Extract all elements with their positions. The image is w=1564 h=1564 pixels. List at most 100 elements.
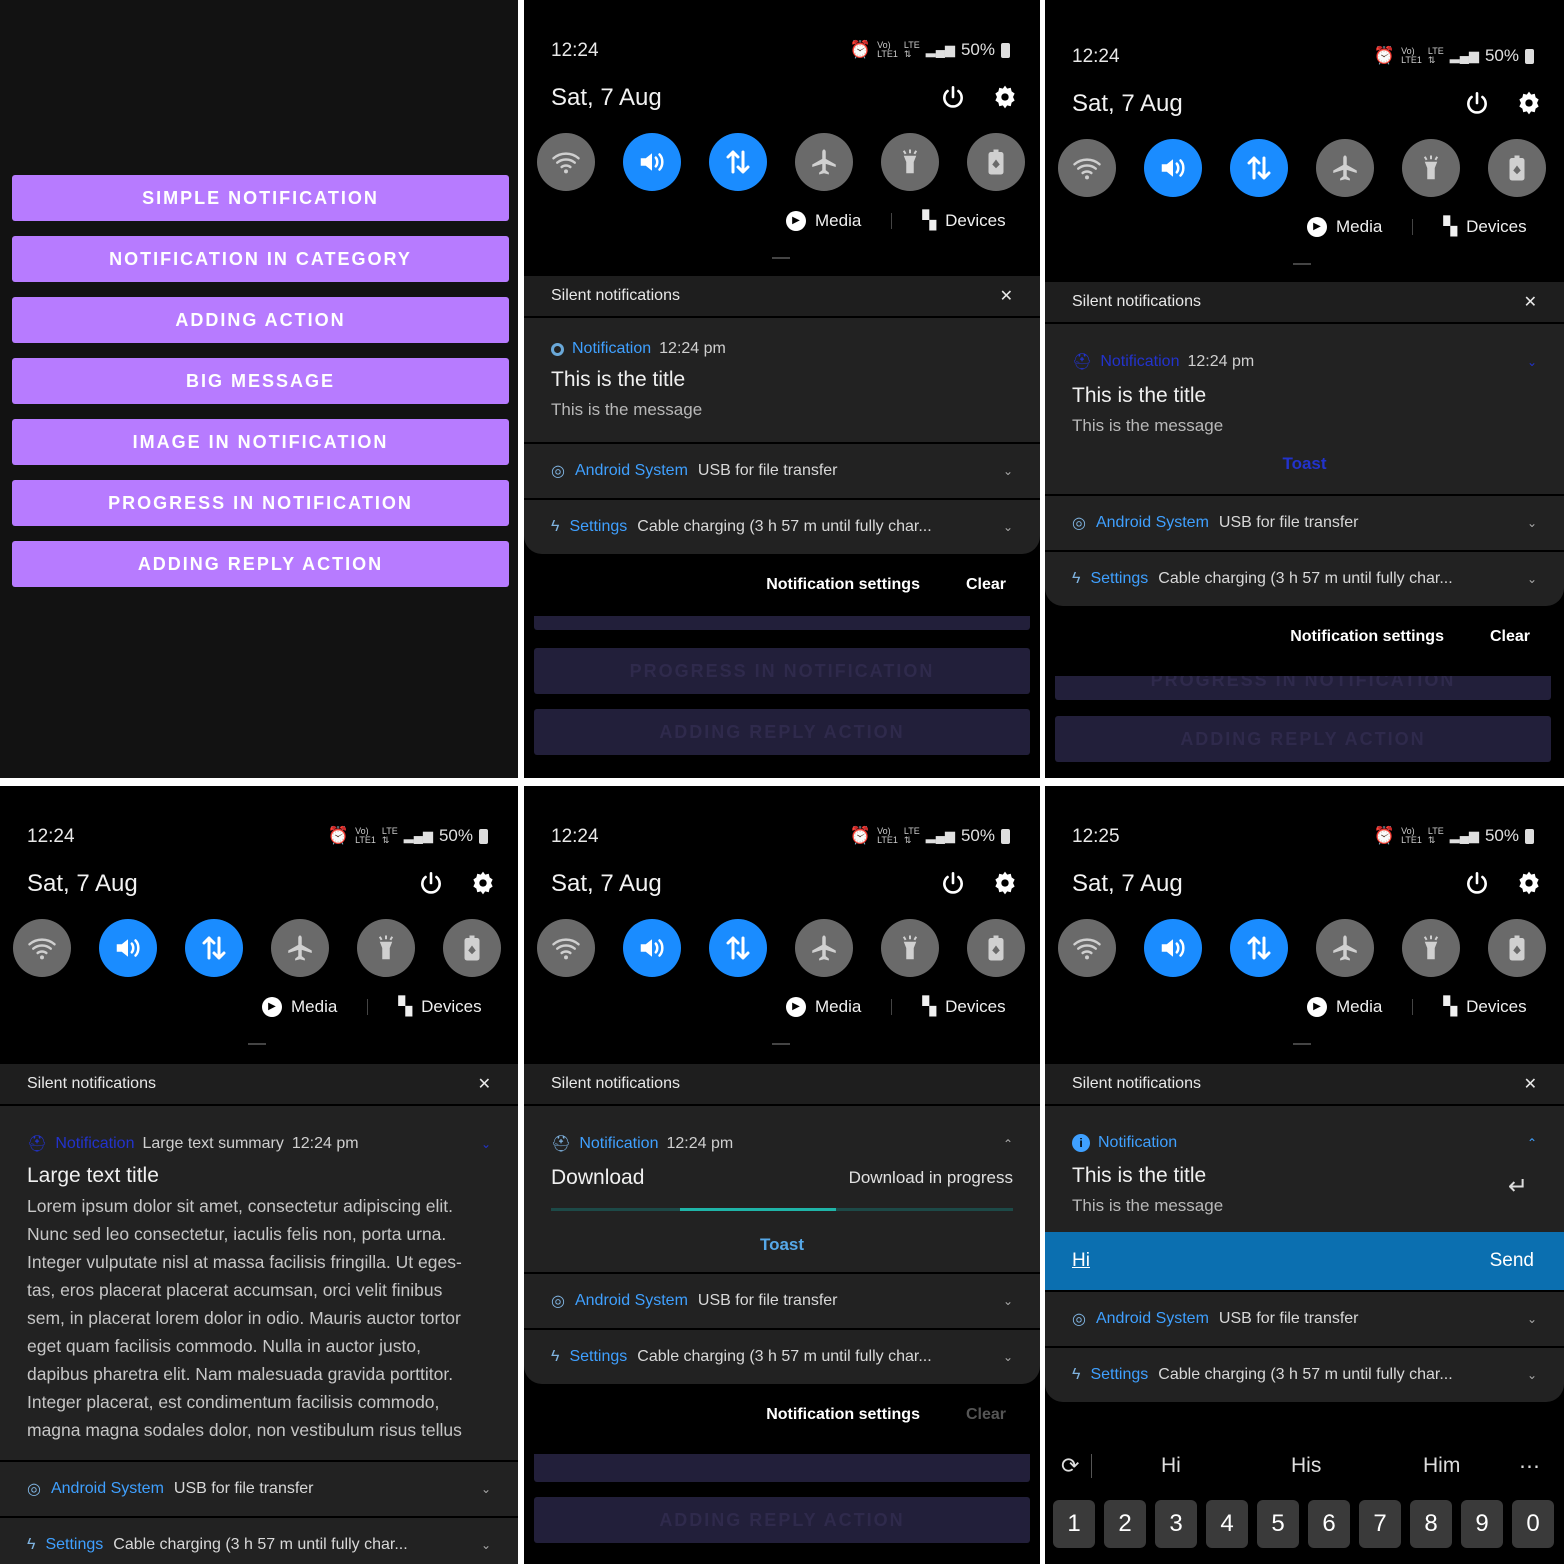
- devices-button[interactable]: Devices: [421, 997, 481, 1017]
- power-icon[interactable]: [940, 84, 966, 110]
- key-2[interactable]: 2: [1104, 1500, 1146, 1548]
- devices-button[interactable]: Devices: [1466, 997, 1526, 1017]
- drag-handle[interactable]: [248, 1043, 266, 1045]
- flashlight-toggle[interactable]: [881, 919, 939, 977]
- chevron-down-icon[interactable]: ⌄: [481, 1482, 491, 1496]
- android-system-row[interactable]: ◎ Android System USB for file transfer ⌄: [524, 442, 1040, 498]
- toast-action-button[interactable]: Toast: [1072, 454, 1537, 474]
- notification-settings-button[interactable]: Notification settings: [766, 1406, 920, 1424]
- suggestion-2[interactable]: His: [1291, 1454, 1321, 1478]
- power-saving-toggle[interactable]: [1488, 139, 1546, 197]
- clear-button[interactable]: Clear: [966, 576, 1006, 594]
- clipboard-icon[interactable]: ⟳: [1061, 1453, 1079, 1479]
- flashlight-toggle[interactable]: [1402, 139, 1460, 197]
- big-message-button[interactable]: BIG MESSAGE: [12, 358, 509, 404]
- key-9[interactable]: 9: [1461, 1500, 1503, 1548]
- chevron-down-icon[interactable]: ⌄: [1527, 516, 1537, 530]
- wifi-toggle[interactable]: [537, 133, 595, 191]
- drag-handle[interactable]: [1293, 1043, 1311, 1045]
- power-saving-toggle[interactable]: [967, 133, 1025, 191]
- gear-icon[interactable]: [1516, 870, 1542, 896]
- devices-button[interactable]: Devices: [945, 211, 1005, 231]
- suggestion-3[interactable]: Him: [1423, 1454, 1460, 1478]
- big-text-notification[interactable]: ⛑ Notification Large text summary 12:24 pm ⌄…: [0, 1104, 518, 1460]
- key-4[interactable]: 4: [1206, 1500, 1248, 1548]
- drag-handle[interactable]: [772, 257, 790, 259]
- reply-notification[interactable]: i Notification ⌃ This is the title This is…: [1045, 1104, 1564, 1232]
- android-system-row[interactable]: ◎ Android System USB for file transfer ⌄: [0, 1460, 518, 1516]
- mobile-data-toggle[interactable]: [1230, 139, 1288, 197]
- progress-in-notification-button[interactable]: PROGRESS IN NOTIFICATION: [12, 480, 509, 526]
- gear-icon[interactable]: [992, 870, 1018, 896]
- settings-row[interactable]: ϟ Settings Cable charging (3 h 57 m until …: [524, 1328, 1040, 1384]
- gear-icon[interactable]: [1516, 90, 1542, 116]
- flashlight-toggle[interactable]: [1402, 919, 1460, 977]
- progress-notification[interactable]: ⛑ Notification 12:24 pm ⌃ Download Download …: [524, 1104, 1040, 1272]
- chevron-down-icon[interactable]: ⌄: [1527, 1312, 1537, 1326]
- toast-action-button[interactable]: Toast: [551, 1235, 1013, 1255]
- settings-row[interactable]: ϟ Settings Cable charging (3 h 57 m until …: [0, 1516, 518, 1564]
- wifi-toggle[interactable]: [13, 919, 71, 977]
- chevron-down-icon[interactable]: ⌄: [481, 1137, 491, 1151]
- adding-action-button[interactable]: ADDING ACTION: [12, 297, 509, 343]
- airplane-mode-toggle[interactable]: [795, 919, 853, 977]
- notification-settings-button[interactable]: Notification settings: [766, 576, 920, 594]
- chevron-down-icon[interactable]: ⌄: [1003, 520, 1013, 534]
- mobile-data-toggle[interactable]: [1230, 919, 1288, 977]
- sound-toggle[interactable]: [99, 919, 157, 977]
- chevron-up-icon[interactable]: ⌃: [1003, 1137, 1013, 1151]
- chevron-down-icon[interactable]: ⌄: [1003, 464, 1013, 478]
- power-icon[interactable]: [1464, 870, 1490, 896]
- send-button[interactable]: Send: [1490, 1250, 1534, 1272]
- clear-button[interactable]: Clear: [1490, 628, 1530, 646]
- devices-button[interactable]: Devices: [945, 997, 1005, 1017]
- android-system-row[interactable]: ◎ Android System USB for file transfer ⌄: [524, 1272, 1040, 1328]
- flashlight-toggle[interactable]: [357, 919, 415, 977]
- android-system-row[interactable]: ◎ Android System USB for file transfer ⌄: [1045, 1290, 1564, 1346]
- suggestion-1[interactable]: Hi: [1161, 1454, 1181, 1478]
- airplane-mode-toggle[interactable]: [1316, 919, 1374, 977]
- close-icon[interactable]: ✕: [1524, 292, 1537, 312]
- chevron-down-icon[interactable]: ⌄: [1527, 355, 1537, 369]
- reply-icon[interactable]: ↵: [1508, 1172, 1528, 1201]
- mobile-data-toggle[interactable]: [185, 919, 243, 977]
- media-button[interactable]: Media: [815, 211, 861, 231]
- mobile-data-toggle[interactable]: [709, 133, 767, 191]
- key-7[interactable]: 7: [1359, 1500, 1401, 1548]
- wifi-toggle[interactable]: [537, 919, 595, 977]
- wifi-toggle[interactable]: [1058, 919, 1116, 977]
- key-8[interactable]: 8: [1410, 1500, 1452, 1548]
- image-in-notification-button[interactable]: IMAGE IN NOTIFICATION: [12, 419, 509, 465]
- power-saving-toggle[interactable]: [967, 919, 1025, 977]
- adding-reply-action-button[interactable]: ADDING REPLY ACTION: [12, 541, 509, 587]
- devices-button[interactable]: Devices: [1466, 217, 1526, 237]
- media-button[interactable]: Media: [1336, 997, 1382, 1017]
- sound-toggle[interactable]: [623, 919, 681, 977]
- settings-row[interactable]: ϟ Settings Cable charging (3 h 57 m until …: [524, 498, 1040, 554]
- media-button[interactable]: Media: [291, 997, 337, 1017]
- power-saving-toggle[interactable]: [443, 919, 501, 977]
- key-3[interactable]: 3: [1155, 1500, 1197, 1548]
- power-icon[interactable]: [940, 870, 966, 896]
- key-1[interactable]: 1: [1053, 1500, 1095, 1548]
- power-icon[interactable]: [418, 870, 444, 896]
- sound-toggle[interactable]: [623, 133, 681, 191]
- gear-icon[interactable]: [470, 870, 496, 896]
- chevron-down-icon[interactable]: ⌄: [1003, 1350, 1013, 1364]
- airplane-mode-toggle[interactable]: [795, 133, 853, 191]
- sound-toggle[interactable]: [1144, 139, 1202, 197]
- drag-handle[interactable]: [1293, 263, 1311, 265]
- flashlight-toggle[interactable]: [881, 133, 939, 191]
- close-icon[interactable]: ✕: [478, 1074, 491, 1094]
- chevron-down-icon[interactable]: ⌄: [1527, 572, 1537, 586]
- notification-in-category-button[interactable]: NOTIFICATION IN CATEGORY: [12, 236, 509, 282]
- settings-row[interactable]: ϟ Settings Cable charging (3 h 57 m until …: [1045, 550, 1564, 606]
- sound-toggle[interactable]: [1144, 919, 1202, 977]
- power-icon[interactable]: [1464, 90, 1490, 116]
- drag-handle[interactable]: [772, 1043, 790, 1045]
- mobile-data-toggle[interactable]: [709, 919, 767, 977]
- settings-row[interactable]: ϟ Settings Cable charging (3 h 57 m until …: [1045, 1346, 1564, 1402]
- airplane-mode-toggle[interactable]: [1316, 139, 1374, 197]
- chevron-down-icon[interactable]: ⌄: [1527, 1368, 1537, 1382]
- simple-notification-button[interactable]: SIMPLE NOTIFICATION: [12, 175, 509, 221]
